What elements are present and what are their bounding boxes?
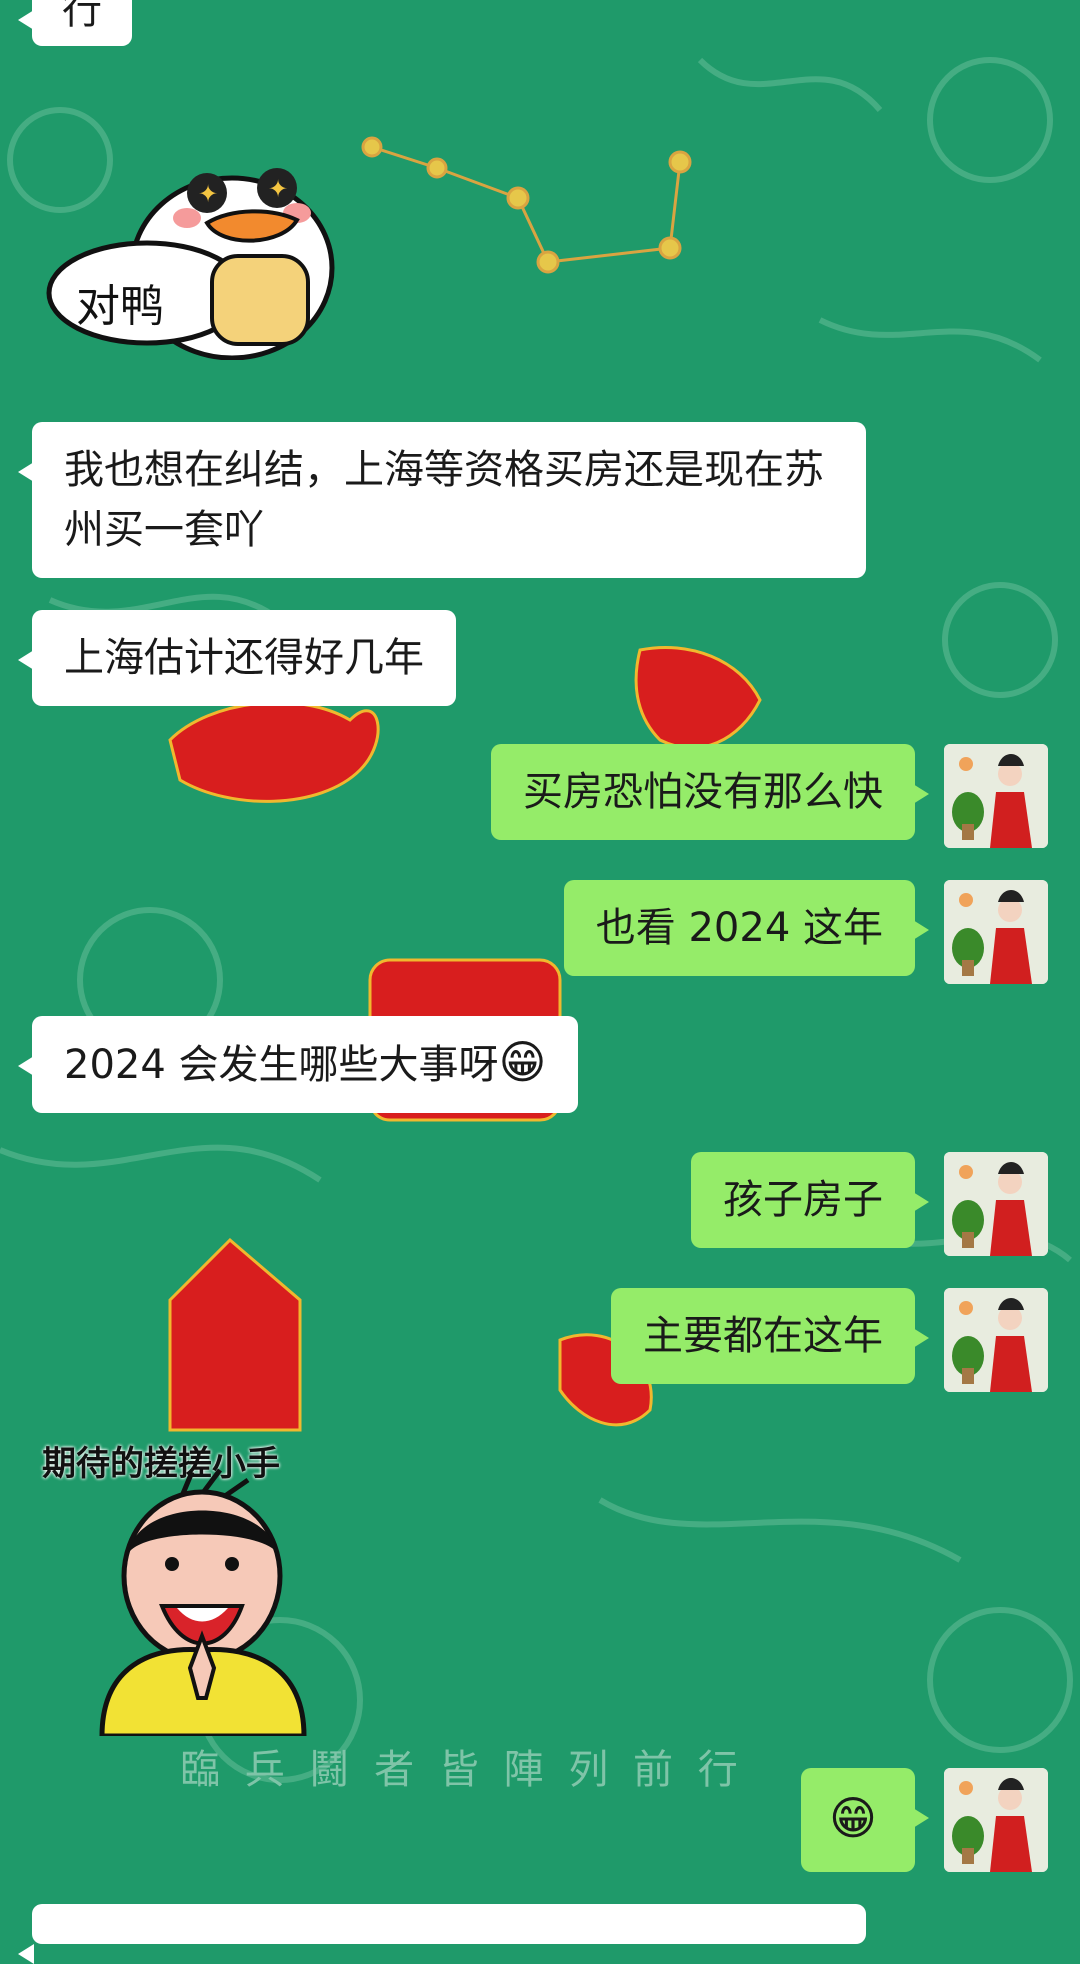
sticker-text: 对鸭	[76, 281, 164, 332]
message-text: 也看 2024 这年	[595, 905, 883, 951]
avatar[interactable]	[944, 1768, 1048, 1872]
grinning-face-emoji-icon: 😁	[498, 1035, 547, 1089]
avatar[interactable]	[944, 1152, 1048, 1256]
message-bubble-outgoing[interactable]: 😁	[801, 1768, 929, 1872]
avatar-portrait-icon	[944, 880, 1048, 984]
message-text: 主要都在这年	[643, 1313, 883, 1359]
message-text: 2024 会发生哪些大事呀	[64, 1042, 499, 1088]
message-bubble-outgoing[interactable]: 买房恐怕没有那么快	[491, 744, 929, 840]
message-bubble-incoming[interactable]: 行	[18, 0, 132, 46]
avatar-portrait-icon	[944, 744, 1048, 848]
message-bubble-incoming[interactable]: 上海估计还得好几年	[18, 610, 456, 706]
avatar[interactable]	[944, 880, 1048, 984]
svg-text:✦: ✦	[198, 180, 218, 208]
avatar[interactable]	[944, 1288, 1048, 1392]
message-bubble-incoming[interactable]: 我也想在纠结，上海等资格买房还是现在苏州买一套吖	[18, 422, 866, 578]
message-bubble-outgoing[interactable]: 也看 2024 这年	[563, 880, 930, 976]
rubbing-hands-sticker[interactable]: 期待的搓搓小手	[42, 1436, 342, 1736]
avatar[interactable]	[944, 744, 1048, 848]
avatar-portrait-icon	[944, 1152, 1048, 1256]
poster-caption: 臨 兵 鬪 者 皆 陣 列 前 行	[180, 1747, 744, 1793]
grinning-face-emoji-icon: 😁	[829, 1791, 877, 1845]
avatar-portrait-icon	[944, 1288, 1048, 1392]
message-bubble-incoming[interactable]: 2024 会发生哪些大事呀😁	[17, 1016, 579, 1113]
message-bubble-incoming-partial[interactable]	[18, 1904, 866, 1964]
avatar-portrait-icon	[944, 1768, 1048, 1872]
duck-sticker[interactable]: ✦ ✦ 对鸭	[42, 128, 342, 361]
message-text: 我也想在纠结，上海等资格买房还是现在苏州买一套吖	[64, 447, 824, 553]
message-text: 上海估计还得好几年	[64, 635, 424, 681]
message-text: 买房恐怕没有那么快	[523, 769, 883, 815]
message-bubble-outgoing[interactable]: 主要都在这年	[611, 1288, 929, 1384]
message-text: 行	[62, 0, 102, 33]
message-bubble-outgoing[interactable]: 孩子房子	[691, 1152, 929, 1248]
message-text: 孩子房子	[723, 1177, 883, 1223]
svg-text:✦: ✦	[268, 175, 288, 203]
